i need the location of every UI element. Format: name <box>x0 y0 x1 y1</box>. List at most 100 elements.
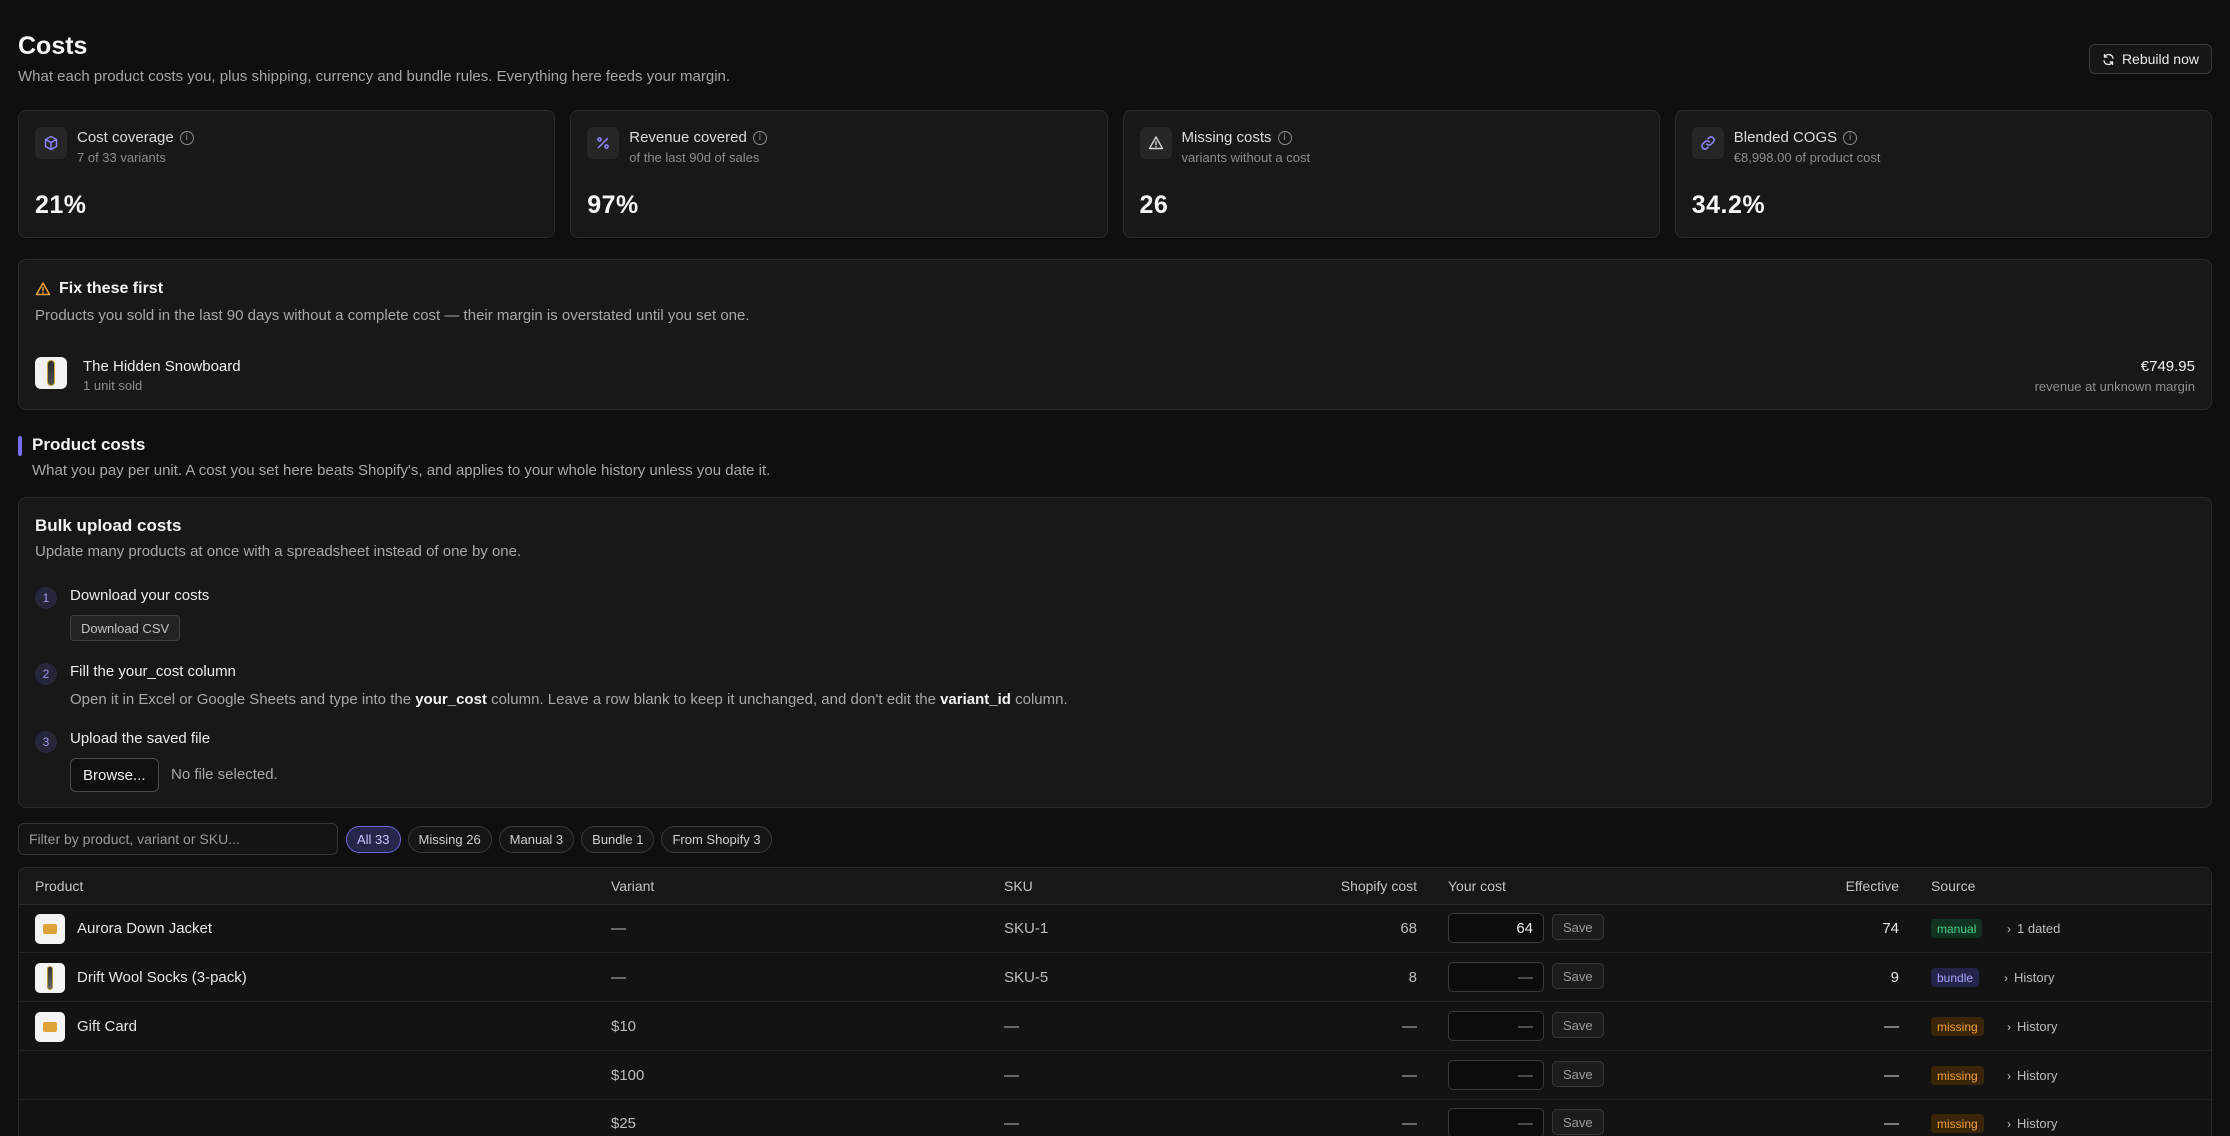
fix-product-name[interactable]: The Hidden Snowboard <box>83 358 241 375</box>
stat-label: Revenue covered <box>629 129 747 146</box>
stat-value: 97% <box>587 191 639 219</box>
product-name[interactable]: Aurora Down Jacket <box>77 920 212 937</box>
stat-sub: €8,998.00 of product cost <box>1733 150 1881 165</box>
chip-from-shopify[interactable]: From Shopify 3 <box>661 826 772 853</box>
history-label: History <box>2014 970 2055 985</box>
fix-title: Fix these first <box>59 280 164 297</box>
column-header-product[interactable]: Product <box>35 878 83 894</box>
source-badge: missing <box>1931 1066 1984 1085</box>
step-title: Upload the saved file <box>70 730 211 747</box>
history-label: 1 dated <box>2017 921 2061 936</box>
section-description: What you pay per unit. A cost you set he… <box>32 462 771 479</box>
chip-bundle[interactable]: Bundle 1 <box>581 826 655 853</box>
section-title-product-costs: Product costs <box>32 435 146 454</box>
sku-cell: — <box>1004 1115 1019 1132</box>
save-button[interactable]: Save <box>1552 914 1604 940</box>
stat-value: 34.2% <box>1691 191 1766 219</box>
your-cost-input[interactable] <box>1448 913 1544 943</box>
table-row: Aurora Down Jacket — SKU-1 68 Save 74 ma… <box>19 905 2211 953</box>
link-icon <box>1691 127 1724 159</box>
table-row: Drift Wool Socks (3-pack) — SKU-5 8 Save… <box>19 954 2211 1002</box>
stat-sub: variants without a cost <box>1181 150 1311 165</box>
history-toggle[interactable]: › History <box>2004 970 2054 985</box>
table-row: Gift Card $10 — — Save — missing › Histor… <box>19 1003 2211 1051</box>
column-header-your-cost[interactable]: Your cost <box>1448 878 1506 894</box>
variant-cell: — <box>611 969 626 986</box>
history-toggle[interactable]: › 1 dated <box>2007 921 2060 936</box>
variant-cell: $10 <box>611 1018 637 1035</box>
history-label: History <box>2017 1019 2058 1034</box>
product-name[interactable]: Gift Card <box>77 1018 137 1035</box>
history-toggle[interactable]: › History <box>2007 1019 2057 1034</box>
instruction-text: column. Leave a row blank to keep it unc… <box>486 691 941 708</box>
column-header-sku[interactable]: SKU <box>1004 878 1033 894</box>
download-csv-button[interactable]: Download CSV <box>70 615 181 641</box>
shopify-cost-cell: — <box>1402 1018 1417 1035</box>
shopify-cost-cell: — <box>1402 1067 1417 1084</box>
product-thumbnail <box>35 914 65 944</box>
sku-cell: — <box>1004 1018 1019 1035</box>
your-cost-input[interactable] <box>1448 1060 1544 1090</box>
source-badge: missing <box>1931 1114 1984 1133</box>
table-row: $25 — — Save — missing › History <box>19 1100 2211 1136</box>
chevron-right-icon: › <box>2007 921 2011 936</box>
fix-units-sold: 1 unit sold <box>83 378 143 393</box>
history-label: History <box>2017 1116 2058 1131</box>
stat-card-missing-costs: Missing costs i variants without a cost 2… <box>1122 110 1660 238</box>
step-number: 1 <box>35 587 57 609</box>
stat-label: Missing costs <box>1181 129 1272 146</box>
info-icon[interactable]: i <box>179 130 194 145</box>
column-header-variant[interactable]: Variant <box>611 878 654 894</box>
shopify-cost-cell: — <box>1402 1115 1417 1132</box>
stat-sub: 7 of 33 variants <box>77 150 166 165</box>
save-button[interactable]: Save <box>1552 1012 1604 1038</box>
instruction-column-name: variant_id <box>940 691 1011 708</box>
warning-icon <box>35 282 51 296</box>
fix-description: Products you sold in the last 90 days wi… <box>35 307 750 324</box>
product-costs-table: Product Variant SKU Shopify cost Your co… <box>18 867 2212 1136</box>
variant-cell: — <box>611 920 626 937</box>
history-toggle[interactable]: › History <box>2007 1116 2057 1131</box>
section-accent-bar <box>18 436 22 456</box>
your-cost-input[interactable] <box>1448 962 1544 992</box>
info-icon[interactable]: i <box>1277 130 1292 145</box>
step-title: Fill the your_cost column <box>70 663 236 680</box>
effective-cost-cell: 9 <box>1890 969 1899 986</box>
save-button[interactable]: Save <box>1552 1109 1604 1135</box>
chip-manual[interactable]: Manual 3 <box>498 826 575 853</box>
chip-all[interactable]: All 33 <box>346 826 401 853</box>
step-instructions: Open it in Excel or Google Sheets and ty… <box>70 691 1068 708</box>
column-header-effective[interactable]: Effective <box>1846 878 1899 894</box>
instruction-text: Open it in Excel or Google Sheets and ty… <box>70 691 416 708</box>
info-icon[interactable]: i <box>752 130 767 145</box>
page-title: Costs <box>18 32 88 60</box>
history-toggle[interactable]: › History <box>2007 1068 2057 1083</box>
chevron-right-icon: › <box>2007 1116 2011 1131</box>
product-thumbnail <box>35 1012 65 1042</box>
source-badge: manual <box>1931 919 1983 938</box>
info-icon[interactable]: i <box>1843 130 1858 145</box>
rebuild-now-button[interactable]: Rebuild now <box>2088 44 2212 74</box>
chevron-right-icon: › <box>2004 970 2008 985</box>
file-status: No file selected. <box>171 766 278 783</box>
fix-revenue-amount: €749.95 <box>2140 358 2195 375</box>
effective-cost-cell: — <box>1884 1115 1899 1132</box>
product-name[interactable]: Drift Wool Socks (3-pack) <box>77 969 247 986</box>
stat-value: 21% <box>35 191 87 219</box>
table-header: Product Variant SKU Shopify cost Your co… <box>19 868 2211 905</box>
effective-cost-cell: 74 <box>1882 920 1899 937</box>
filter-search-input[interactable] <box>18 823 338 855</box>
your-cost-input[interactable] <box>1448 1108 1544 1136</box>
column-header-source[interactable]: Source <box>1931 878 1975 894</box>
save-button[interactable]: Save <box>1552 963 1604 989</box>
variant-cell: $100 <box>611 1067 645 1084</box>
save-button[interactable]: Save <box>1552 1061 1604 1087</box>
column-header-shopify-cost[interactable]: Shopify cost <box>1341 878 1417 894</box>
your-cost-input[interactable] <box>1448 1011 1544 1041</box>
costs-page: Costs What each product costs you, plus … <box>18 0 2212 1136</box>
rebuild-now-label: Rebuild now <box>2121 51 2199 67</box>
filter-chips: All 33 Missing 26 Manual 3 Bundle 1 From… <box>346 826 772 853</box>
browse-file-button[interactable]: Browse... <box>70 758 159 792</box>
chip-missing[interactable]: Missing 26 <box>407 826 492 853</box>
fix-these-first-panel: Fix these first Products you sold in the… <box>18 259 2212 410</box>
